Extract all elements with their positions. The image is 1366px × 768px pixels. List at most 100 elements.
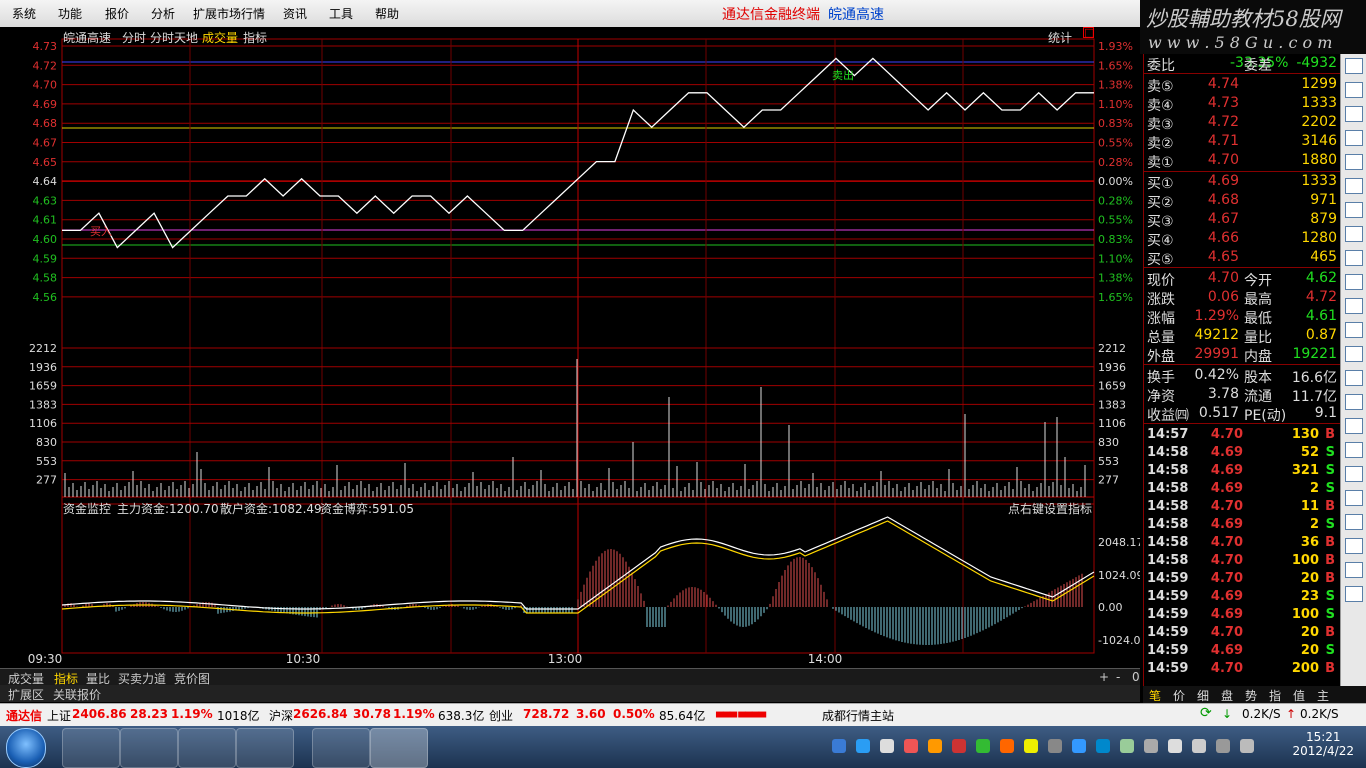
- sell-level-price: 4.70: [1207, 152, 1239, 168]
- start-button-icon[interactable]: [6, 728, 46, 768]
- quote-label-2: 最低: [1244, 311, 1272, 327]
- tray-icon[interactable]: [928, 739, 942, 753]
- tick-volume: 321: [1291, 463, 1319, 478]
- refresh-icon[interactable]: ⟳: [1200, 705, 1212, 721]
- buy-level-row: 买③ 4.67 879: [1144, 210, 1341, 230]
- detail-tab[interactable]: 势: [1245, 687, 1257, 704]
- tick-row: 14:59 4.69 20 S: [1144, 642, 1341, 660]
- chart-tab-intraday[interactable]: 分时: [122, 29, 146, 46]
- menu-tools[interactable]: 工具: [329, 5, 353, 22]
- taskbar-app-qq-icon[interactable]: [312, 728, 370, 768]
- fs-icon[interactable]: [1345, 514, 1363, 530]
- taskbar-app-tdx-icon[interactable]: [370, 728, 428, 768]
- detail-tab[interactable]: 笔: [1149, 687, 1161, 704]
- tray-icon[interactable]: [1216, 739, 1230, 753]
- tray-icon[interactable]: [856, 739, 870, 753]
- fin-icon[interactable]: [1345, 154, 1363, 170]
- menu-system[interactable]: 系统: [12, 5, 36, 22]
- quote-label: 现价: [1147, 273, 1175, 289]
- taskbar-app-handshake-icon[interactable]: [236, 728, 294, 768]
- detail-tab[interactable]: 值: [1293, 687, 1305, 704]
- filter-icon[interactable]: [1345, 226, 1363, 242]
- tray-icon[interactable]: [1144, 739, 1158, 753]
- quote-value: 4.70: [1207, 270, 1239, 286]
- menu-quote[interactable]: 报价: [105, 5, 129, 22]
- menu-function[interactable]: 功能: [58, 5, 82, 22]
- menu-bar: 系统 功能 报价 分析 扩展市场行情 资讯 工具 帮助 通达信金融终端 皖通高速: [0, 0, 1140, 28]
- tray-icon[interactable]: [832, 739, 846, 753]
- help-icon[interactable]: [1345, 490, 1363, 506]
- f10-icon[interactable]: [1345, 250, 1363, 266]
- sell-level-label: 卖②: [1147, 136, 1174, 152]
- month-icon[interactable]: [1345, 562, 1363, 578]
- close-chart-icon[interactable]: □: [1083, 27, 1094, 38]
- tray-icon[interactable]: [1240, 739, 1254, 753]
- menu-analysis[interactable]: 分析: [151, 5, 175, 22]
- tray-icon[interactable]: [880, 739, 894, 753]
- volume-tick-label-right: 1383: [1098, 398, 1126, 411]
- cy-percent: 0.50%: [613, 707, 655, 721]
- more-icon[interactable]: [1345, 586, 1363, 602]
- taskbar-app-paint-icon[interactable]: [178, 728, 236, 768]
- quote-panel: 委比 -33.35% 委差 -4932 卖⑤ 4.74 1299 卖④ 4.73 1333 卖③ 4.…: [1143, 54, 1341, 686]
- search-icon[interactable]: [1345, 298, 1363, 314]
- sell-level-label: 卖④: [1147, 98, 1174, 114]
- menu-help[interactable]: 帮助: [375, 5, 399, 22]
- detail-tab[interactable]: 指: [1269, 687, 1281, 704]
- tray-icon[interactable]: [1000, 739, 1014, 753]
- server-name[interactable]: 成都行情主站: [822, 707, 894, 724]
- chart-tab-indicator[interactable]: 指标: [243, 29, 267, 46]
- status-bar: 通达信 上证 2406.86 28.23 1.19% 1018亿 沪深 2626…: [0, 703, 1366, 726]
- tray-icon[interactable]: [976, 739, 990, 753]
- tick-volume: 20: [1300, 571, 1319, 586]
- tray-icon[interactable]: [1168, 739, 1182, 753]
- calendar-icon[interactable]: [1345, 202, 1363, 218]
- tray-icon[interactable]: [904, 739, 918, 753]
- buy-marker: 买入: [90, 225, 112, 238]
- taskbar-app-photos-icon[interactable]: [62, 728, 120, 768]
- tray-icon[interactable]: [1120, 739, 1134, 753]
- tray-icon[interactable]: [1096, 739, 1110, 753]
- table-icon[interactable]: [1345, 130, 1363, 146]
- tray-icon[interactable]: [1072, 739, 1086, 753]
- menu-extended-market[interactable]: 扩展市场行情: [193, 5, 265, 22]
- chart-tab-volume[interactable]: 成交量: [202, 29, 238, 46]
- buy-level-volume: 465: [1310, 249, 1337, 265]
- trend-icon[interactable]: [1345, 82, 1363, 98]
- zoom-out-button[interactable]: -: [1116, 670, 1120, 684]
- chart-icon[interactable]: [1345, 58, 1363, 74]
- wave-icon[interactable]: [1345, 370, 1363, 386]
- taskbar-app-ie-icon[interactable]: [120, 728, 178, 768]
- zoom-reset-button[interactable]: 0: [1132, 670, 1140, 684]
- detail-tab[interactable]: 盘: [1221, 687, 1233, 704]
- kline-icon[interactable]: [1345, 106, 1363, 122]
- detail-tab[interactable]: 细: [1197, 687, 1209, 704]
- tray-icon[interactable]: [1048, 739, 1062, 753]
- bar-chart-icon[interactable]: [1345, 346, 1363, 362]
- window-title-app: 通达信金融终端: [722, 7, 820, 23]
- percent-icon[interactable]: [1345, 442, 1363, 458]
- clock[interactable]: 15:21 2012/4/22: [1292, 730, 1354, 758]
- chart-tab-world[interactable]: 分时天地: [150, 29, 198, 46]
- detail-tab[interactable]: 主: [1317, 687, 1329, 704]
- up-icon[interactable]: [1345, 538, 1363, 554]
- report-icon[interactable]: [1345, 394, 1363, 410]
- export-icon[interactable]: [1345, 418, 1363, 434]
- tab-related-quotes[interactable]: 关联报价: [53, 686, 101, 703]
- tray-icon[interactable]: [1192, 739, 1206, 753]
- intraday-chart[interactable]: 4.73 1.93% 4.72 1.65% 4.70 1.38% 4.69 1.10% 4.68…: [0, 27, 1140, 668]
- pencil-icon[interactable]: [1345, 466, 1363, 482]
- stats-button[interactable]: 统计: [1048, 29, 1072, 46]
- zoom-in-button[interactable]: +: [1099, 670, 1109, 684]
- line-chart-icon[interactable]: [1345, 322, 1363, 338]
- menu-info[interactable]: 资讯: [283, 5, 307, 22]
- tray-icon[interactable]: [952, 739, 966, 753]
- tray-icon[interactable]: [1024, 739, 1038, 753]
- detail-tab[interactable]: 价: [1173, 687, 1185, 704]
- zoom-icon[interactable]: [1345, 274, 1363, 290]
- note-icon[interactable]: [1345, 178, 1363, 194]
- tab-extension[interactable]: 扩展区: [8, 686, 44, 703]
- sz-percent: 1.19%: [393, 707, 435, 721]
- fin-value-2: 9.1: [1314, 405, 1337, 421]
- tick-volume: 2: [1309, 517, 1319, 532]
